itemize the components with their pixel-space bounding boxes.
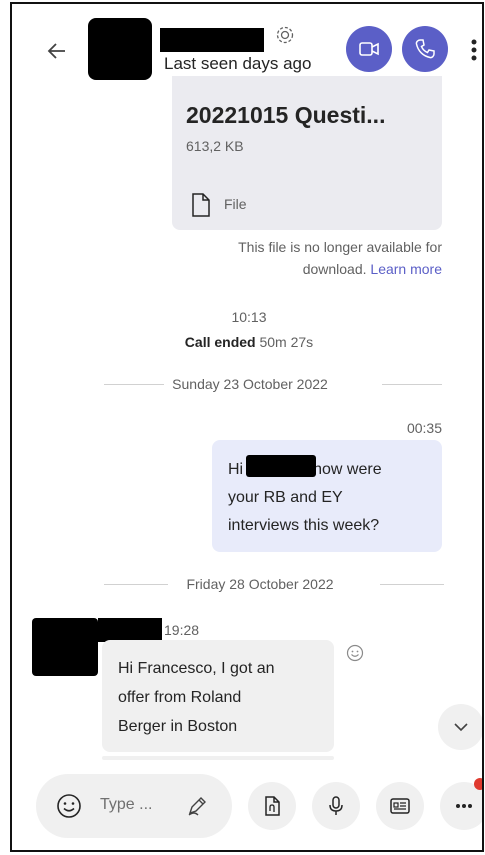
scroll-to-bottom-button[interactable] <box>438 704 482 750</box>
file-type-label: File <box>224 196 247 212</box>
date-divider-line <box>104 384 164 385</box>
back-button[interactable] <box>42 36 72 66</box>
call-event-duration: 50m 27s <box>259 334 314 350</box>
date-divider-line <box>380 584 444 585</box>
video-camera-icon <box>359 42 379 56</box>
contact-settings-button[interactable] <box>274 24 296 46</box>
date-divider-line <box>382 384 442 385</box>
file-unavailable-notice: This file is no longer available for dow… <box>172 236 442 280</box>
received-message-text: Hi Francesco, I got an offer from Roland… <box>118 654 275 741</box>
call-event-time: 10:13 <box>231 309 267 325</box>
microphone-icon <box>329 796 343 815</box>
more-horizontal-icon <box>456 804 472 808</box>
call-event-title: Call ended <box>184 334 256 350</box>
sender-avatar[interactable] <box>32 618 98 676</box>
learn-more-link[interactable]: Learn more <box>370 261 442 277</box>
sent-message-line3: interviews this week? <box>228 517 380 534</box>
message-input-placeholder[interactable]: Type ... <box>100 796 152 814</box>
contact-status: Last seen days ago <box>164 54 312 73</box>
received-message-time: 19:28 <box>164 622 200 638</box>
file-unavailable-download: download. <box>302 261 367 277</box>
call-event: Call ended 50m 27s <box>12 334 482 350</box>
voice-message-button[interactable] <box>312 782 360 830</box>
document-icon <box>192 193 210 217</box>
notification-dot <box>474 778 482 790</box>
attach-file-icon <box>265 796 280 816</box>
attach-file-button[interactable] <box>248 782 296 830</box>
more-vertical-icon <box>471 39 477 61</box>
next-message-edge <box>102 756 334 760</box>
file-unavailable-line1: This file is no longer available for <box>238 239 442 255</box>
date-divider-line <box>104 584 168 585</box>
file-size: 613,2 KB <box>186 138 244 154</box>
video-call-button[interactable] <box>346 26 392 72</box>
file-message-card[interactable]: 20221015 Questi... 613,2 KB File <box>172 76 442 230</box>
add-reaction-button[interactable] <box>346 644 364 662</box>
arrow-left-icon <box>47 43 65 59</box>
more-options-button[interactable] <box>468 36 480 64</box>
sent-message-time: 00:35 <box>406 420 442 436</box>
sender-name <box>98 618 162 642</box>
received-message-line3: Berger in Boston <box>118 718 238 735</box>
sent-message-greeting: Hi <box>228 461 244 478</box>
redacted-name <box>246 455 316 477</box>
message-input-pill[interactable]: Type ... <box>36 774 232 838</box>
contact-name[interactable] <box>160 28 264 52</box>
emoji-icon[interactable] <box>56 793 82 819</box>
chevron-down-icon <box>454 723 468 732</box>
format-pen-icon[interactable] <box>186 795 208 817</box>
gear-icon <box>276 26 294 44</box>
avatar[interactable] <box>88 18 152 80</box>
received-message-line2: offer from Roland <box>118 689 242 706</box>
file-unavailable-line2: download. Learn more <box>172 258 442 280</box>
file-name: 20221015 Questi... <box>186 102 386 128</box>
received-message-line1: Hi Francesco, I got an <box>118 660 275 677</box>
chat-screen: Last seen days ago 20221015 Questi... 61… <box>10 2 484 852</box>
sent-message-line2: your RB and EY <box>228 489 343 506</box>
contact-card-icon <box>390 798 410 814</box>
sent-message-line1-rest: how were <box>313 461 382 478</box>
emoji-icon <box>346 644 364 662</box>
phone-icon <box>415 39 435 59</box>
share-contact-button[interactable] <box>376 782 424 830</box>
date-separator: Friday 28 October 2022 <box>186 576 334 592</box>
received-message-bubble[interactable]: Hi Francesco, I got an offer from Roland… <box>102 640 334 752</box>
sent-message-bubble[interactable]: Hi how were your RB and EY interviews thi… <box>212 440 442 552</box>
date-separator: Sunday 23 October 2022 <box>172 376 328 392</box>
audio-call-button[interactable] <box>402 26 448 72</box>
